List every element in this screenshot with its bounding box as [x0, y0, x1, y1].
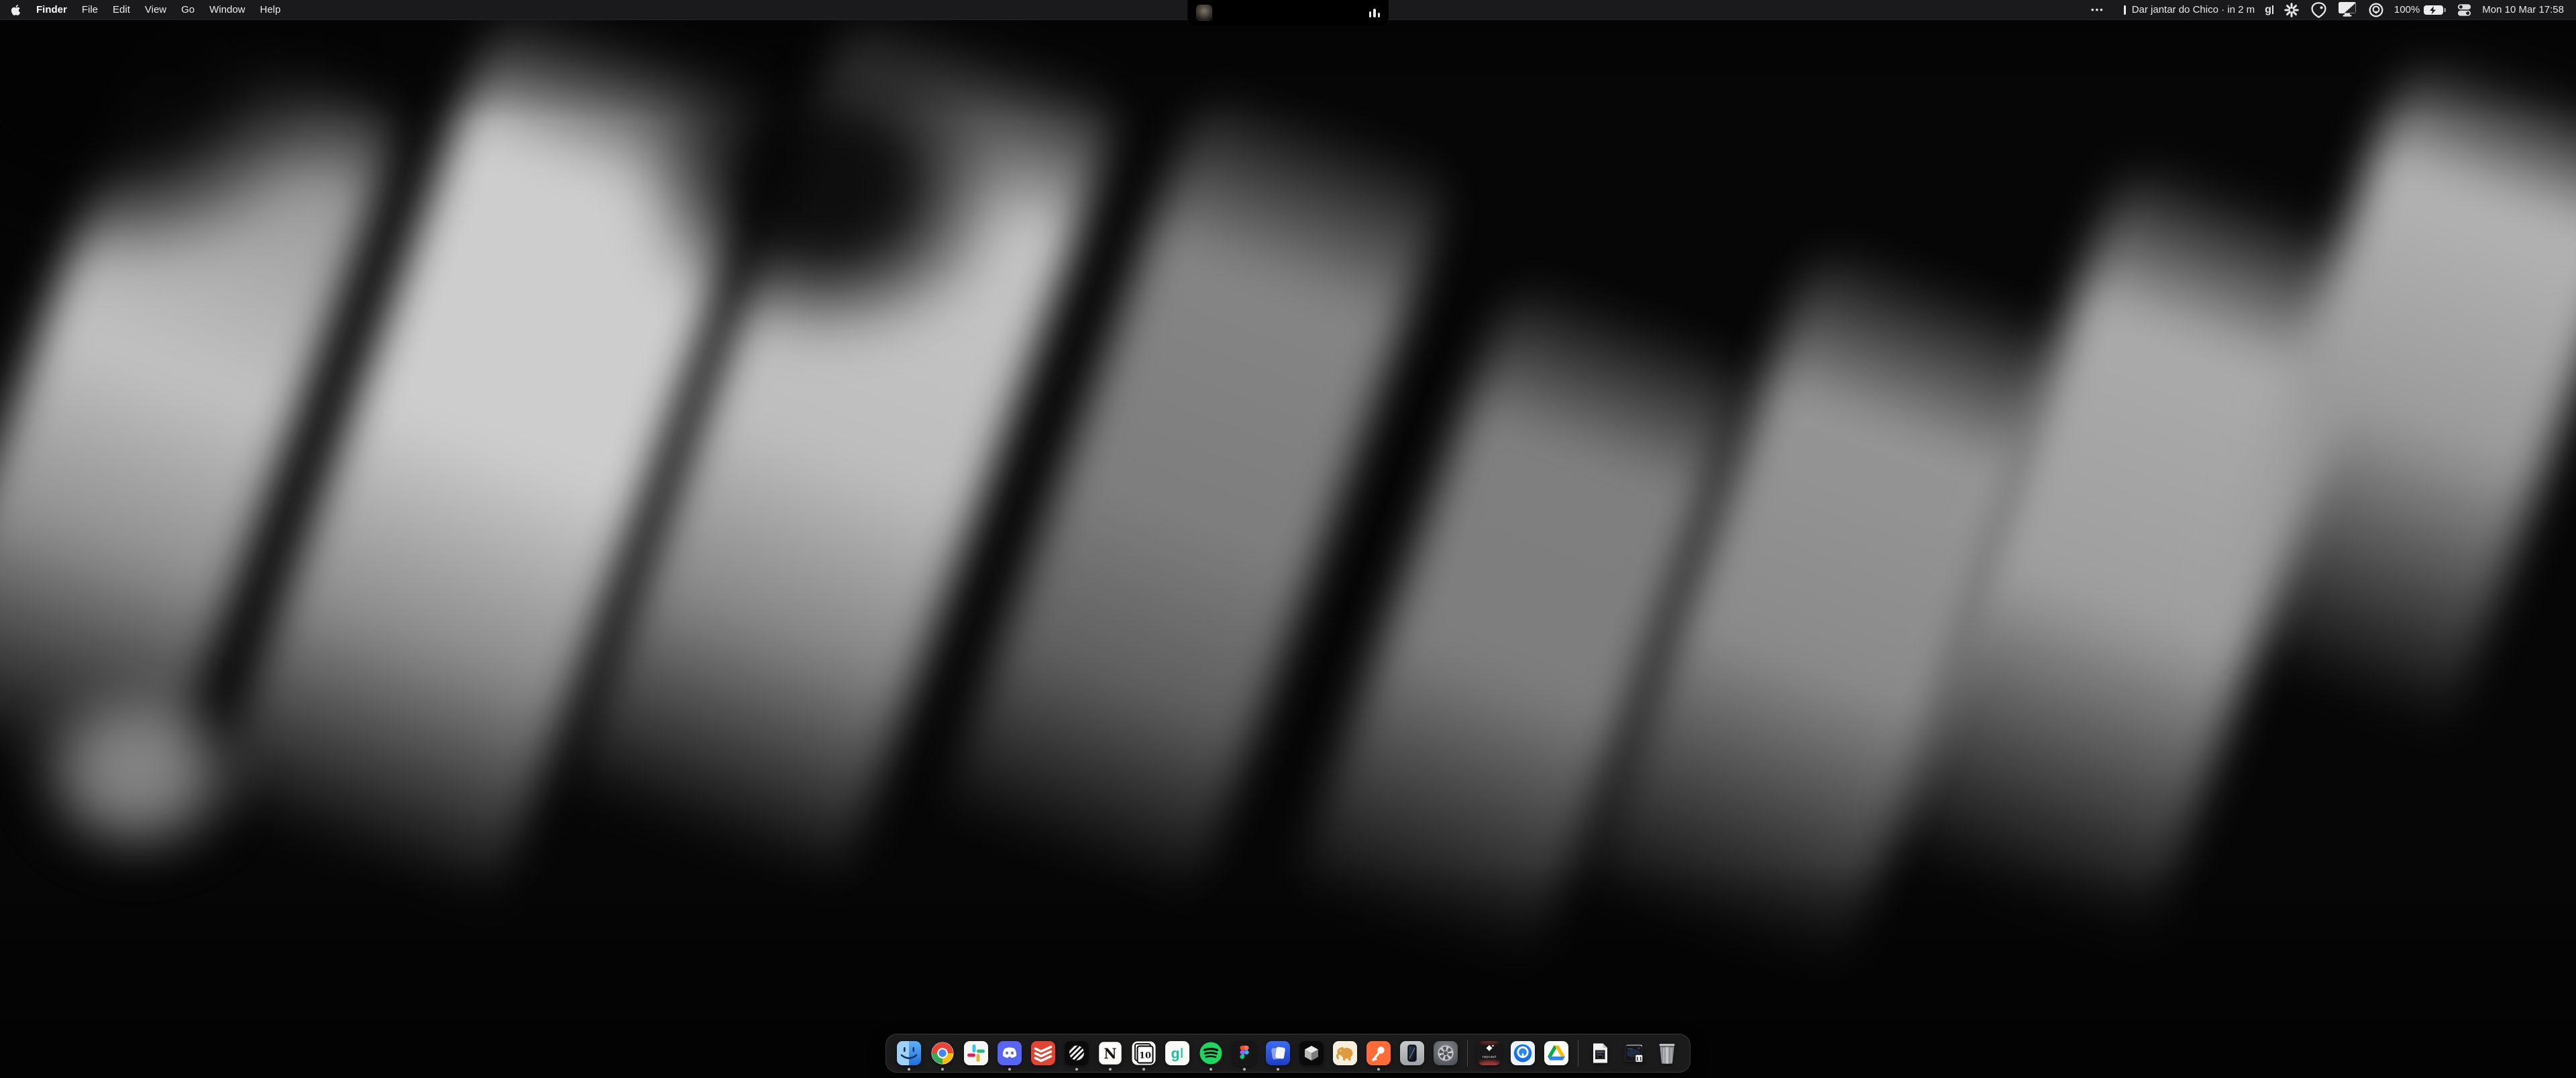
menu-window[interactable]: Window	[202, 0, 252, 19]
running-indicator	[1277, 1068, 1279, 1071]
running-indicator	[1142, 1068, 1145, 1071]
one-password-icon	[1510, 1040, 1536, 1066]
dock-item-discord[interactable]	[993, 1034, 1026, 1072]
menubar-status-area: ••• Dar jantar do Chico · in 2 m g 100% …	[2091, 0, 2576, 19]
dock-item-raycast[interactable]: raycast	[1472, 1034, 1506, 1072]
downloads-stack-icon: 11	[1621, 1040, 1646, 1066]
dock-item-spline[interactable]	[1295, 1034, 1328, 1072]
dock-item-todoist[interactable]	[1026, 1034, 1060, 1072]
grammarly-menu-icon[interactable]: g	[2265, 0, 2273, 19]
wallpaper-glow	[27, 678, 248, 865]
figma-icon	[1232, 1040, 1257, 1066]
menu-view[interactable]: View	[138, 0, 174, 19]
dock-item-notion[interactable]: N	[1093, 1034, 1127, 1072]
dock-item-notion-calendar[interactable]: 10	[1127, 1034, 1161, 1072]
iphone-mirroring-icon	[1399, 1040, 1425, 1066]
grammarly-icon: g	[1165, 1040, 1190, 1066]
dock-item-sphere[interactable]	[1060, 1034, 1093, 1072]
notion-icon: N	[1097, 1040, 1123, 1066]
battery-menu-item[interactable]: 100%	[2394, 0, 2447, 19]
spotify-icon	[1198, 1040, 1224, 1066]
running-indicator	[1008, 1068, 1011, 1071]
dock-item-postgres[interactable]	[1328, 1034, 1362, 1072]
dock-item-downloads-stack[interactable]: 11	[1617, 1034, 1650, 1072]
trash-icon	[1654, 1040, 1680, 1066]
running-indicator	[1243, 1068, 1246, 1071]
system-settings-icon	[1433, 1040, 1458, 1066]
apple-icon	[11, 4, 21, 16]
svg-text:11: 11	[1635, 1056, 1642, 1062]
now-playing-artwork[interactable]	[1196, 5, 1212, 21]
postman-icon	[1366, 1040, 1391, 1066]
audio-visualizer-icon	[1369, 8, 1381, 17]
reminder-indicator-bar	[2124, 5, 2126, 15]
discord-icon	[997, 1040, 1022, 1066]
google-drive-icon	[1544, 1040, 1569, 1066]
reminder-menu-item[interactable]: Dar jantar do Chico · in 2 m	[2124, 0, 2255, 19]
postgres-icon	[1332, 1040, 1358, 1066]
running-indicator	[1109, 1068, 1112, 1071]
sunburst-menu-icon[interactable]	[2284, 0, 2300, 19]
dock-item-trash[interactable]	[1650, 1034, 1684, 1072]
document-file-icon	[1587, 1040, 1613, 1066]
running-indicator	[1377, 1068, 1380, 1071]
display-mirroring-menu-icon[interactable]	[2338, 0, 2358, 19]
battery-percent: 100%	[2394, 4, 2420, 15]
grammarly-glyph: g	[2265, 5, 2271, 15]
dock-item-spotify[interactable]	[1194, 1034, 1228, 1072]
notch-now-playing	[1187, 0, 1389, 25]
dock-item-figma[interactable]	[1228, 1034, 1261, 1072]
svg-text:N: N	[1104, 1045, 1116, 1062]
desktop-wallpaper	[0, 0, 2576, 1078]
onepassword-menu-icon[interactable]	[2368, 0, 2384, 19]
todoist-icon	[1030, 1040, 1056, 1066]
menu-help[interactable]: Help	[253, 0, 288, 19]
dock: N 10 g raycast 11	[885, 1034, 1690, 1073]
dock-item-postman[interactable]	[1362, 1034, 1395, 1072]
running-indicator	[1075, 1068, 1078, 1071]
apple-menu[interactable]	[0, 0, 29, 19]
dock-item-document-file[interactable]	[1583, 1034, 1617, 1072]
notion-calendar-icon: 10	[1131, 1040, 1157, 1066]
dock-item-grammarly[interactable]: g	[1161, 1034, 1194, 1072]
dock-item-iphone-mirroring[interactable]	[1395, 1034, 1429, 1072]
dock-item-craft[interactable]	[1261, 1034, 1295, 1072]
craft-icon	[1265, 1040, 1291, 1066]
menu-file[interactable]: File	[74, 0, 105, 19]
chrome-icon	[930, 1040, 955, 1066]
dock-item-slack[interactable]	[959, 1034, 993, 1072]
slack-icon	[963, 1040, 989, 1066]
running-indicator	[1210, 1068, 1212, 1071]
menubar-menus: Finder File Edit View Go Window Help	[0, 0, 288, 19]
reminder-text: Dar jantar do Chico · in 2 m	[2132, 4, 2255, 15]
menu-edit[interactable]: Edit	[105, 0, 138, 19]
dock-item-chrome[interactable]	[926, 1034, 959, 1072]
text-caret	[2272, 5, 2273, 14]
svg-text:raycast: raycast	[1483, 1055, 1497, 1059]
toggles-menu-icon[interactable]	[2457, 0, 2472, 19]
svg-text:g: g	[1171, 1046, 1180, 1062]
menubar-clock[interactable]: Mon 10 Mar 17:58	[2482, 0, 2564, 19]
running-indicator	[941, 1068, 944, 1071]
running-indicator	[908, 1068, 910, 1071]
sphere-icon	[1064, 1040, 1089, 1066]
svg-text:10: 10	[1139, 1051, 1151, 1061]
battery-icon	[2423, 4, 2447, 16]
menu-go[interactable]: Go	[174, 0, 202, 19]
dock-separator	[1467, 1040, 1468, 1067]
dock-item-google-drive[interactable]	[1540, 1034, 1573, 1072]
finder-icon	[896, 1040, 922, 1066]
dock-item-finder[interactable]	[892, 1034, 926, 1072]
raycast-icon: raycast	[1477, 1040, 1502, 1066]
spline-icon	[1299, 1040, 1324, 1066]
dock-item-one-password[interactable]	[1506, 1034, 1540, 1072]
app-menu-finder[interactable]: Finder	[29, 0, 74, 19]
pick-shape-menu-icon[interactable]	[2310, 0, 2328, 19]
dock-item-system-settings[interactable]	[1429, 1034, 1462, 1072]
overflow-menu-dots[interactable]: •••	[2091, 0, 2104, 19]
